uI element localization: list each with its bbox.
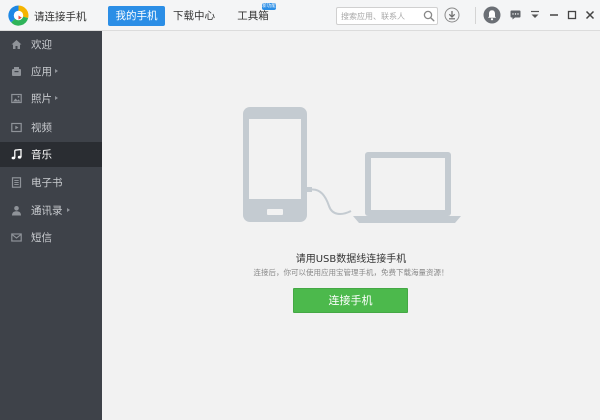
connect-instruction-title: 请用USB数据线连接手机 xyxy=(295,254,407,265)
expand-arrow-icon xyxy=(55,69,58,73)
maximize-icon[interactable] xyxy=(567,10,577,20)
sidebar-item-ebooks[interactable]: 电子书 xyxy=(0,170,102,195)
sidebar-item-label: 音乐 xyxy=(31,149,52,161)
apps-icon xyxy=(12,67,21,76)
main-content: 请用USB数据线连接手机 连接后，你可以使用应用宝管理手机，免费下载海量资源！ … xyxy=(102,31,600,420)
tab-label: 我的手机 xyxy=(115,10,158,22)
sidebar-item-label: 通讯录 xyxy=(31,205,63,217)
sidebar-item-music[interactable]: 音乐 xyxy=(0,142,102,167)
sidebar-item-label: 欢迎 xyxy=(31,39,52,51)
expand-arrow-icon xyxy=(55,96,58,100)
tab-label: 下载中心 xyxy=(173,10,215,22)
video-icon xyxy=(11,122,22,133)
sidebar-item-label: 应用 xyxy=(31,66,52,78)
message-icon[interactable] xyxy=(510,10,521,20)
photo-icon xyxy=(11,93,22,104)
tab-label: 工具箱 xyxy=(237,10,269,22)
expand-arrow-icon xyxy=(67,208,70,212)
download-icon[interactable] xyxy=(444,7,460,23)
home-icon xyxy=(11,40,22,49)
connect-phone-button[interactable]: 连接手机 xyxy=(293,288,408,313)
sidebar-item-sms[interactable]: 短信 xyxy=(0,225,102,250)
sidebar-item-label: 照片 xyxy=(31,93,52,105)
title-bar: 请连接手机 我的手机 下载中心 工具箱 新功能 xyxy=(0,0,600,31)
new-feature-badge: 新功能 xyxy=(262,3,276,10)
phone-usb-laptop-illustration xyxy=(243,107,461,223)
bell-icon[interactable] xyxy=(483,6,501,24)
app-logo-icon xyxy=(8,5,29,26)
ebook-icon xyxy=(11,177,22,188)
laptop-icon xyxy=(353,152,461,223)
toolbar-divider xyxy=(475,7,476,24)
sidebar-item-label: 电子书 xyxy=(31,177,63,189)
sidebar-item-contacts[interactable]: 通讯录 xyxy=(0,198,102,223)
usb-cable-icon xyxy=(307,187,352,215)
sidebar: 欢迎 应用 照片 视频 音乐 电子书 通讯录 短信 xyxy=(0,31,102,420)
search-box xyxy=(336,7,438,25)
sidebar-item-welcome[interactable]: 欢迎 xyxy=(0,32,102,57)
sidebar-item-photos[interactable]: 照片 xyxy=(0,86,102,111)
sms-icon xyxy=(11,233,22,242)
phone-icon xyxy=(243,107,307,222)
tab-my-phone[interactable]: 我的手机 xyxy=(108,6,165,26)
sidebar-item-apps[interactable]: 应用 xyxy=(0,59,102,84)
tab-download-center[interactable]: 下载中心 xyxy=(168,6,220,26)
minimize-icon[interactable] xyxy=(549,10,559,20)
contacts-icon xyxy=(12,206,21,216)
search-input[interactable] xyxy=(341,9,421,23)
sidebar-item-label: 短信 xyxy=(31,232,52,244)
search-icon[interactable] xyxy=(423,10,435,22)
music-icon xyxy=(11,149,22,160)
sidebar-item-videos[interactable]: 视频 xyxy=(0,115,102,140)
menu-icon[interactable] xyxy=(530,10,540,20)
sidebar-item-label: 视频 xyxy=(31,122,52,134)
app-title: 请连接手机 xyxy=(34,11,87,23)
connect-instruction-subtitle: 连接后，你可以使用应用宝管理手机，免费下载海量资源！ xyxy=(253,268,449,277)
close-icon[interactable] xyxy=(585,10,595,20)
